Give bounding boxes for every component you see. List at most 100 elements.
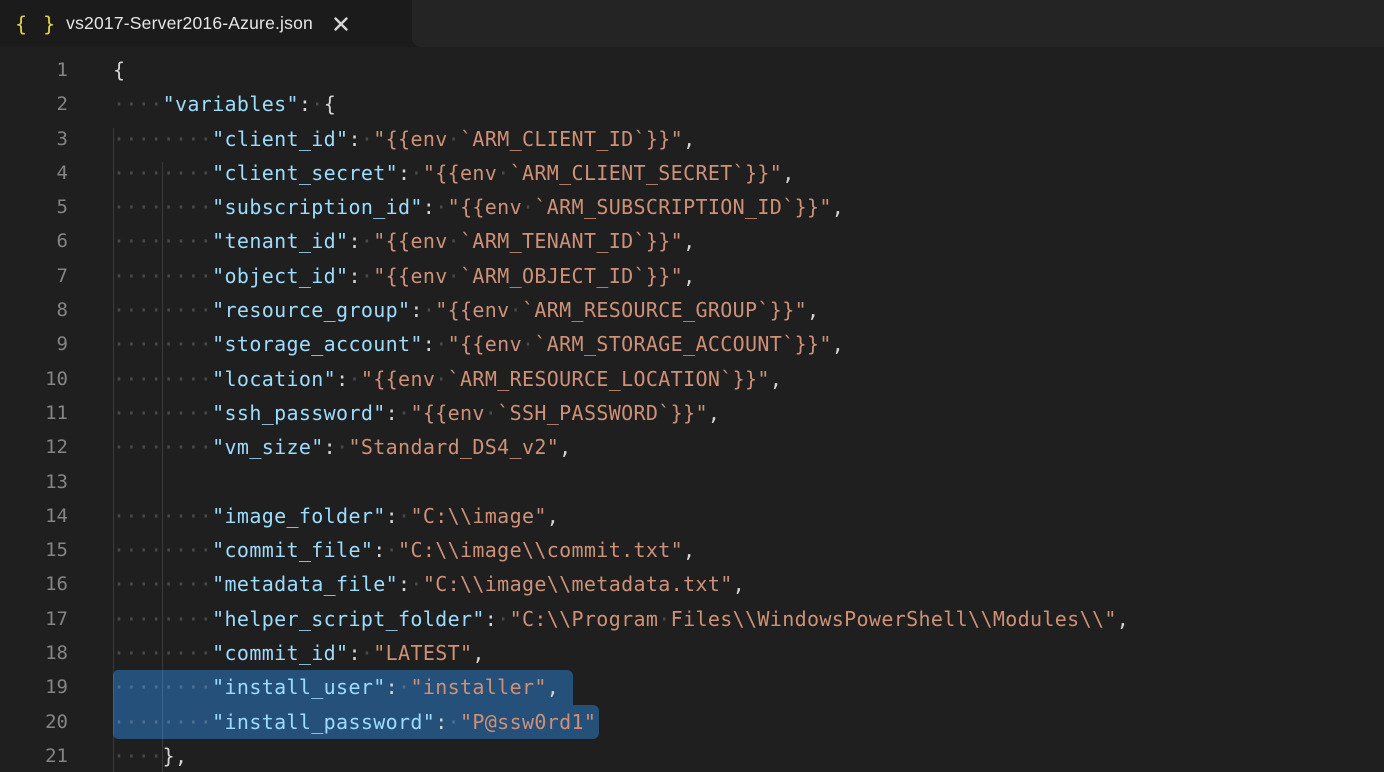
line-number: 4 (0, 156, 68, 190)
code-token-str: `ARM_CLIENT_ID`}}" (460, 127, 683, 151)
code-token-str: "{{env (435, 298, 509, 322)
code-token-p: : (299, 92, 311, 116)
code-token-str: `ARM_OBJECT_ID`}}" (460, 264, 683, 288)
whitespace-dots: · (336, 435, 348, 459)
code-line[interactable]: 11········"ssh_password":·"{{env·`SSH_PA… (0, 396, 1384, 430)
code-token-p: : (398, 161, 410, 185)
code-line[interactable]: 1{ (0, 53, 1384, 87)
code-token-p: , (1117, 607, 1129, 631)
line-number: 17 (0, 602, 68, 636)
whitespace-dots: · (361, 229, 373, 253)
code-token-str: "{{env (448, 195, 522, 219)
code-line[interactable]: 3 ········"client_id":·"{{env·`ARM_CLIENT… (0, 122, 1384, 156)
code-line-content: ········"storage_account":·"{{env·`ARM_S… (113, 327, 844, 361)
code-line[interactable]: 14 ········"image_folder":·"C:\\image", (0, 499, 1384, 533)
code-line-content: ········"client_id":·"{{env·`ARM_CLIENT_… (113, 122, 695, 156)
code-token-key: "metadata_file" (212, 572, 398, 596)
tab-vs2017-server2016-azure-json[interactable]: { } vs2017-Server2016-Azure.json (0, 0, 412, 47)
code-token-key: "client_secret" (212, 161, 398, 185)
code-token-str: `ARM_STORAGE_ACCOUNT`}}" (534, 332, 831, 356)
code-line-content: ········"object_id":·"{{env·`ARM_OBJECT_… (113, 259, 695, 293)
whitespace-dots: · (348, 367, 360, 391)
code-line[interactable]: 7 ········"object_id":·"{{env·`ARM_OBJECT… (0, 259, 1384, 293)
code-token-key: "subscription_id" (212, 195, 423, 219)
code-line[interactable]: 19········"install_user":·"installer", (0, 670, 1384, 704)
tab-bar: { } vs2017-Server2016-Azure.json (0, 0, 1384, 47)
whitespace-dots: · (658, 607, 670, 631)
code-token-p: , (683, 538, 695, 562)
code-line-content: ········"resource_group":·"{{env·`ARM_RE… (113, 293, 819, 327)
whitespace-dots: · (361, 641, 373, 665)
code-line[interactable]: 2····"variables":·{ (0, 87, 1384, 121)
code-line-content: ········"image_folder":·"C:\\image", (113, 499, 559, 533)
code-token-p: : (485, 607, 497, 631)
whitespace-dots: · (423, 298, 435, 322)
indent-guide (113, 128, 114, 772)
line-number: 16 (0, 567, 68, 601)
code-token-str: Files\\WindowsPowerShell\\Modules\\" (671, 607, 1117, 631)
code-token-str: `ARM_RESOURCE_LOCATION`}}" (448, 367, 770, 391)
code-line-content: ········"install_password":·"P@ssw0rd1" (113, 705, 599, 739)
code-token-p: : (386, 401, 398, 425)
code-token-p: , (770, 367, 782, 391)
whitespace-dots: · (448, 229, 460, 253)
code-line-content: ········"subscription_id":·"{{env·`ARM_S… (113, 190, 844, 224)
whitespace-dots: · (485, 401, 497, 425)
indent-guide (162, 162, 163, 772)
code-line[interactable]: 15········"commit_file":·"C:\\image\\com… (0, 533, 1384, 567)
code-token-key: "vm_size" (212, 435, 324, 459)
code-line[interactable]: 5 ········"subscription_id":·"{{env·`ARM_… (0, 190, 1384, 224)
code-line[interactable]: 18········"commit_id":·"LATEST", (0, 636, 1384, 670)
code-line-content: ········"install_user":·"installer", (113, 670, 573, 704)
code-token-p: : (398, 572, 410, 596)
whitespace-dots: · (522, 332, 534, 356)
line-number: 3 (0, 122, 68, 156)
code-editor[interactable]: 1{2····"variables":·{3········"client_id… (0, 47, 1384, 772)
code-token-str: "{{env (448, 332, 522, 356)
code-line[interactable]: 20 ········"install_password":·"P@ssw0rd1… (0, 705, 1384, 739)
code-token-str: `ARM_RESOURCE_GROUP`}}" (522, 298, 807, 322)
whitespace-dots: · (497, 607, 509, 631)
code-token-p: : (324, 435, 336, 459)
whitespace-dots: ········ (113, 127, 212, 151)
line-number: 5 (0, 190, 68, 224)
code-token-str: `ARM_TENANT_ID`}}" (460, 229, 683, 253)
code-line-content: ········"tenant_id":·"{{env·`ARM_TENANT_… (113, 224, 695, 258)
code-line[interactable]: 6········"tenant_id":·"{{env·`ARM_TENANT… (0, 224, 1384, 258)
code-line-content: { (113, 53, 125, 87)
code-line[interactable]: 4········"client_secret":·"{{env·`ARM_CL… (0, 156, 1384, 190)
code-token-key: "commit_id" (212, 641, 348, 665)
code-token-str: `ARM_SUBSCRIPTION_ID`}}" (534, 195, 831, 219)
line-number: 20 (0, 705, 68, 739)
code-token-p: , (832, 195, 844, 219)
code-token-p: , (472, 641, 484, 665)
selection-highlight: ········"install_password":·"P@ssw0rd1" (113, 705, 599, 739)
selection-highlight: ········"install_user":·"installer", (113, 670, 573, 704)
code-token-key: "resource_group" (212, 298, 410, 322)
code-line[interactable]: 13 (0, 465, 1384, 499)
code-token-p: , (832, 332, 844, 356)
code-line[interactable]: 17········"helper_script_folder":·"C:\\P… (0, 602, 1384, 636)
code-line[interactable]: 21····}, (0, 739, 1384, 772)
code-line-content: ········"metadata_file":·"C:\\image\\met… (113, 567, 745, 601)
whitespace-dots: · (361, 264, 373, 288)
code-token-p: , (547, 504, 559, 528)
code-line[interactable]: 16········"metadata_file":·"C:\\image\\m… (0, 567, 1384, 601)
code-line[interactable]: 12········"vm_size":·"Standard_DS4_v2", (0, 430, 1384, 464)
code-line[interactable]: 9········"storage_account":·"{{env·`ARM_… (0, 327, 1384, 361)
code-token-str: "{{env (423, 161, 497, 185)
whitespace-dots: ···· (113, 744, 163, 768)
line-number: 1 (0, 53, 68, 87)
code-line-content: ········"helper_script_folder":·"C:\\Pro… (113, 602, 1129, 636)
code-token-key: "client_id" (212, 127, 348, 151)
code-line[interactable]: 10········"location":·"{{env·`ARM_RESOUR… (0, 362, 1384, 396)
code-token-p: , (782, 161, 794, 185)
line-number: 18 (0, 636, 68, 670)
whitespace-dots: · (410, 572, 422, 596)
tab-close-icon[interactable] (330, 13, 352, 35)
code-line[interactable]: 8········"resource_group":·"{{env·`ARM_R… (0, 293, 1384, 327)
line-number: 14 (0, 499, 68, 533)
whitespace-dots: · (510, 298, 522, 322)
line-number: 7 (0, 259, 68, 293)
code-token-str: "{{env (410, 401, 484, 425)
